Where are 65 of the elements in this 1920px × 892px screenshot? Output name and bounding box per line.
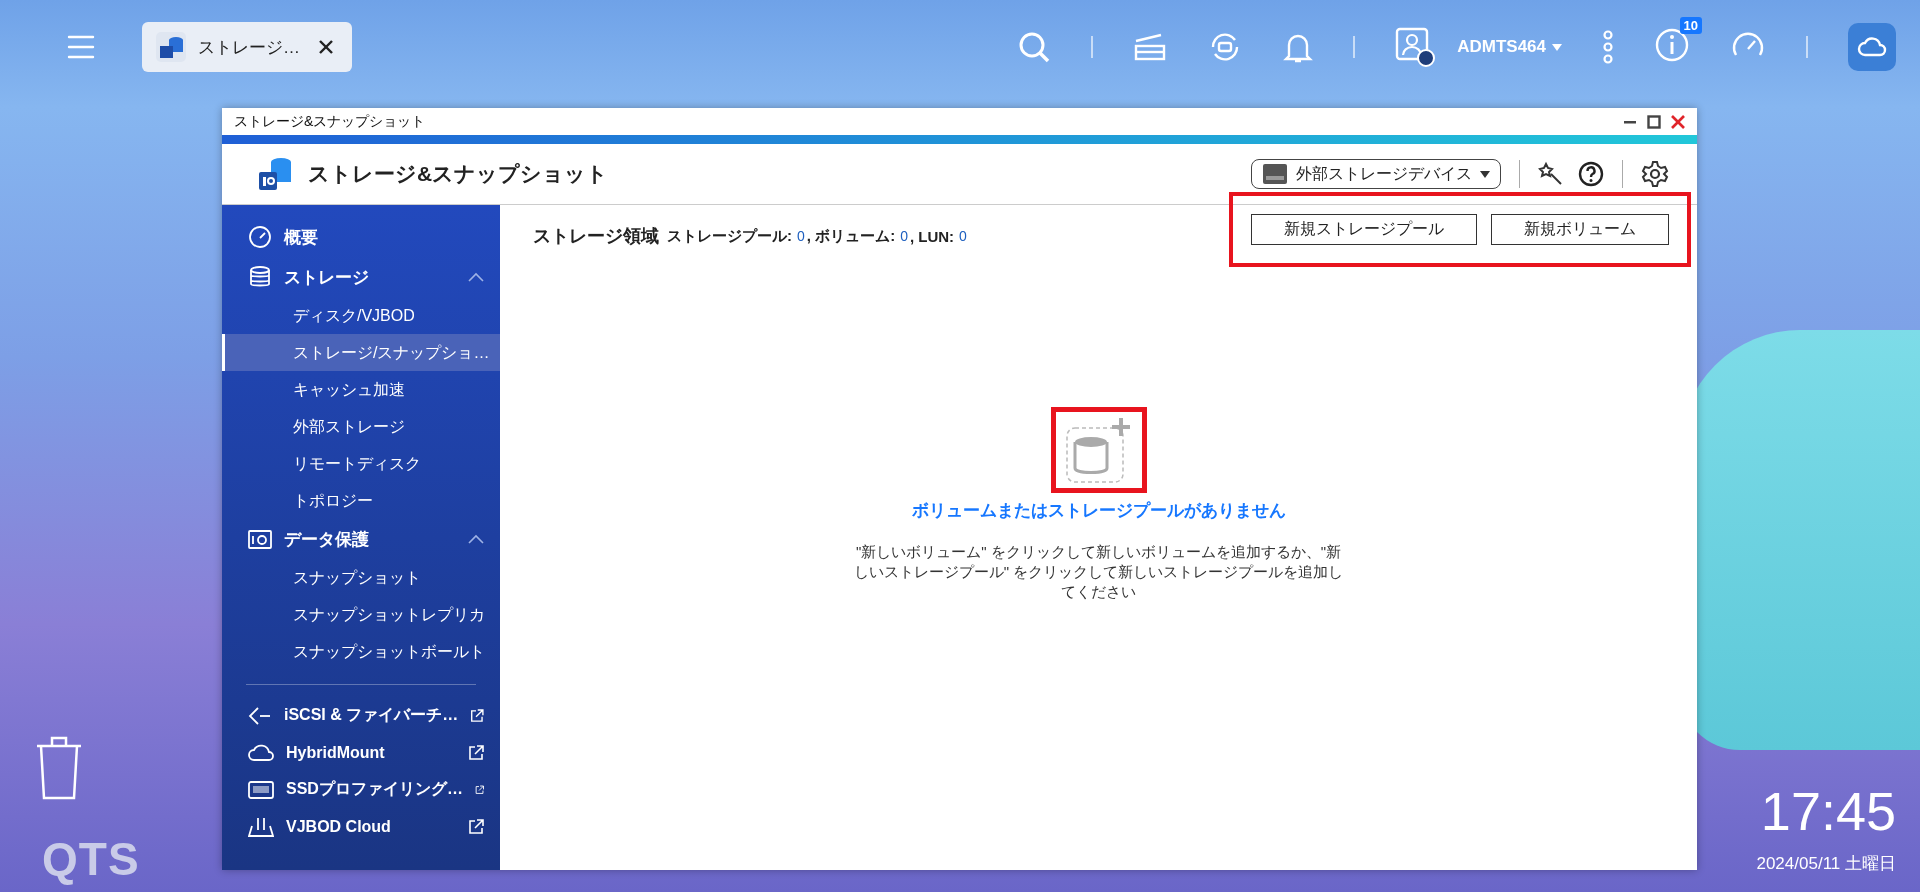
storage-app-icon [256,155,294,193]
sidebar-subitem[interactable]: リモートディスク [222,445,500,482]
app-tab[interactable]: ストレージ… [142,22,352,72]
drive-icon [248,815,274,838]
menu-icon[interactable] [66,33,96,61]
sidebar-item[interactable]: SSDプロファイリング… [222,771,500,808]
settings-icon[interactable] [1641,160,1669,188]
cloud-icon [1857,36,1887,58]
external-link-icon[interactable] [468,818,484,835]
external-link-icon[interactable] [468,744,484,761]
window-title: ストレージ&スナップショット [234,112,427,131]
drive-icon [1262,163,1288,185]
sidebar-subitem[interactable]: スナップショットボールト [222,633,500,670]
external-link-icon[interactable] [470,707,484,724]
chevron-icon[interactable] [468,534,484,544]
sidebar-subitem[interactable]: トポロジー [222,482,500,519]
app-title: ストレージ&スナップショット [308,161,609,187]
chevron-icon[interactable] [468,272,484,282]
stat-label: , ボリューム: [806,226,896,246]
section-heading: ストレージ領域 [533,225,659,248]
device-dropdown[interactable]: 外部ストレージデバイス [1251,159,1501,189]
notification-badge: 10 [1679,17,1702,34]
sidebar-subitem[interactable]: ストレージ/スナップショ… [222,334,500,371]
stat-value: 0 [797,228,805,244]
caret-icon[interactable] [1552,43,1562,51]
new-item-button[interactable]: 新規ボリューム [1491,214,1669,245]
cloud-button[interactable] [1848,23,1896,71]
stat-value: 0 [959,228,967,244]
magic-wand-icon[interactable] [1538,161,1564,187]
stat-label: , LUN: [909,227,955,245]
stack-icon[interactable] [1133,32,1168,62]
stat-value: 0 [900,228,908,244]
sidebar-item[interactable]: データ保護 [222,519,500,559]
database-icon [248,265,272,289]
sidebar-item[interactable]: HybridMount [222,734,500,771]
sidebar-item[interactable]: ストレージ [222,257,500,297]
sidebar-subitem[interactable]: スナップショット [222,559,500,596]
empty-state-description: "新しいボリューム" をクリックして新しいボリュームを追加するか、"新しいストレージプール" をクリックして新しいストレージプールを追加してください [852,542,1345,602]
search-icon[interactable] [1017,30,1052,64]
clock-time: 17:45 [1760,780,1896,842]
maximize-icon[interactable] [1647,114,1661,129]
gauge-icon [248,225,272,249]
storage-app-icon [154,30,188,64]
trash-icon[interactable] [34,734,84,800]
new-item-button[interactable]: 新規ストレージプール [1251,214,1477,245]
clock-date: 2024/05/11 土曜日 [1756,853,1896,875]
stat-label: ストレージプール: [667,226,792,246]
cloud-icon [248,742,274,763]
ssd-icon [248,779,274,800]
user-icon[interactable] [1395,27,1436,67]
sidebar-item[interactable]: VJBOD Cloud [222,808,500,845]
tab-label: ストレージ… [198,36,301,59]
sidebar-item[interactable]: iSCSI & ファイバーチ… [222,697,500,734]
os-logo: QTS [42,832,140,886]
sidebar-subitem[interactable]: ディスク/VJBOD [222,297,500,334]
more-icon[interactable] [1602,30,1614,64]
close-icon[interactable] [318,39,334,55]
sidebar-subitem[interactable]: キャッシュ加速 [222,371,500,408]
camera-icon [248,528,272,550]
sidebar-subitem[interactable]: スナップショットレプリカ [222,596,500,633]
sidebar-subitem[interactable]: 外部ストレージ [222,408,500,445]
empty-state-title: ボリュームまたはストレージプールがありません [911,500,1286,522]
sidebar-item[interactable]: 概要 [222,217,500,257]
help-icon[interactable] [1578,161,1604,187]
caret-icon [1480,170,1490,178]
